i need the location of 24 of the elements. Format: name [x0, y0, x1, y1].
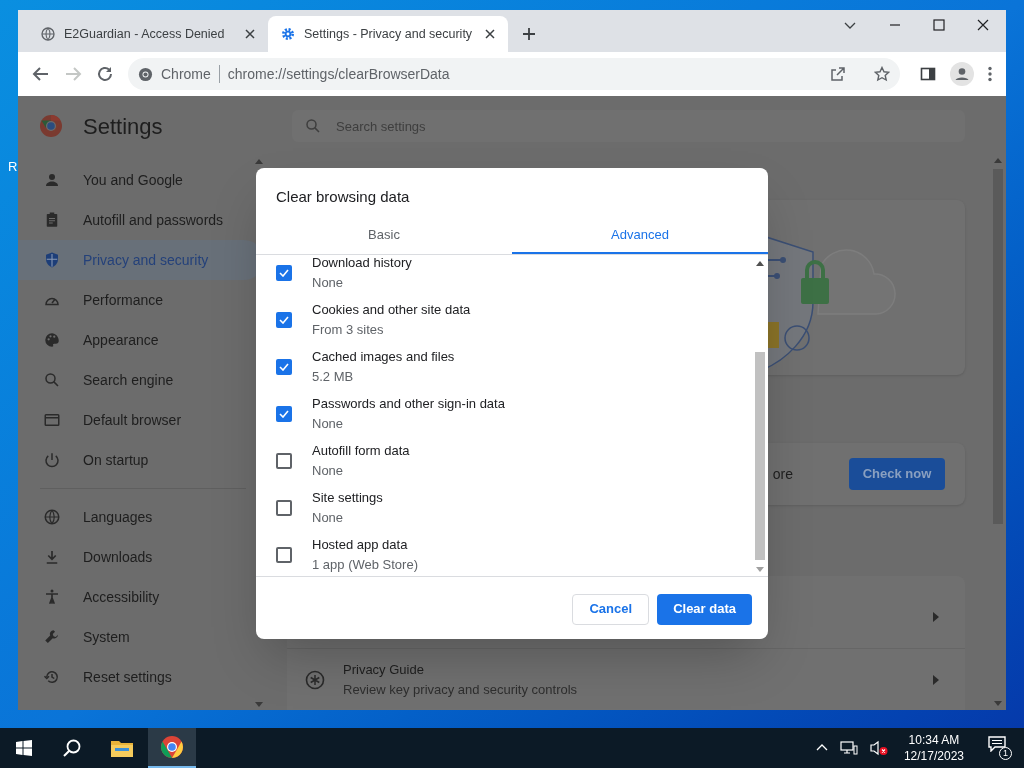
item-detail: None: [312, 509, 345, 527]
item-detail: None: [312, 462, 345, 480]
item-label: Passwords and other sign-in data: [312, 395, 505, 413]
notification-count: 1: [999, 747, 1012, 760]
page-title: Settings: [83, 112, 163, 141]
url-text: chrome://settings/clearBrowserData: [227, 64, 451, 84]
tab-title: E2Guardian - Access Denied: [64, 25, 226, 43]
item-label: Cookies and other site data: [312, 301, 471, 319]
item-detail: From 3 sites: [312, 321, 385, 339]
card-text: ore: [772, 464, 793, 484]
item-detail: None: [312, 415, 345, 433]
item-detail: 5.2 MB: [312, 368, 355, 386]
item-label: Site settings: [312, 489, 383, 507]
tab-title: Settings - Privacy and security: [304, 25, 474, 43]
row-subtitle: Review key privacy and security controls: [343, 680, 578, 699]
item-label: Download history: [312, 254, 412, 272]
item-label: Hosted app data: [312, 536, 409, 554]
site-chip-label: Chrome: [161, 64, 211, 84]
item-label: Cached images and files: [312, 348, 455, 366]
row-title: Privacy Guide: [343, 661, 425, 679]
item-detail: 1 app (Web Store): [312, 556, 418, 574]
item-label: Autofill form data: [312, 442, 410, 460]
item-detail: None: [312, 274, 345, 292]
dialog-title: Clear browsing data: [275, 187, 411, 207]
